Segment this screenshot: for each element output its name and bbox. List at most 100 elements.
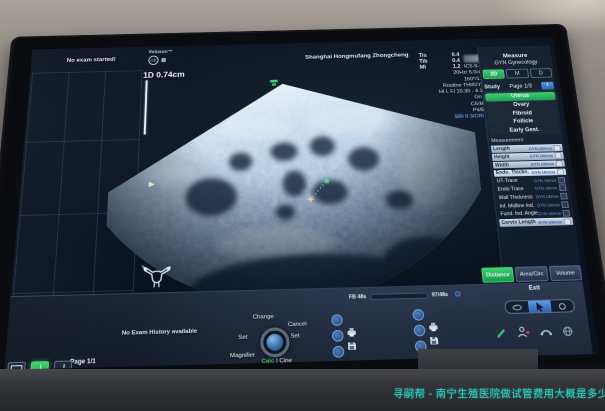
trackball-change-label[interactable]: Change (253, 314, 274, 321)
brand-block: Voluson™ GE (148, 49, 173, 65)
measurement-checkbox[interactable] (563, 218, 571, 225)
measurement-checkbox[interactable] (558, 177, 566, 184)
measurement-checkbox[interactable] (562, 210, 570, 217)
network-globe-icon[interactable] (562, 325, 574, 336)
p1-button[interactable] (331, 314, 343, 326)
measurement-tag: GYN Uterus (538, 211, 562, 216)
cine-progress[interactable] (370, 292, 428, 300)
measurement-row[interactable]: Cervix LengthGYN Uterus (499, 218, 573, 227)
measurement-label: Width (495, 162, 510, 168)
measurement-label: Cervix Length (501, 219, 536, 226)
p4-button[interactable] (412, 309, 424, 321)
distance-readout: 1D 0.74cm (143, 70, 185, 79)
ultrasound-screen: No exam started! Voluson™ GE Shanghai Ho… (4, 37, 599, 370)
trackball-set-right-label[interactable]: Set (290, 333, 299, 340)
measurement-tag: GYN Uterus (529, 154, 553, 159)
measure-panel-category: GYN Gynecology (480, 60, 553, 67)
measurement-row[interactable]: Height GYN Uterus (492, 152, 564, 161)
measurement-rows: Length GYN Uterus Height GYN Uterus Width GYN… (491, 144, 573, 227)
measure-panel: Measure GYN Gynecology 2DMD Study Page 1… (477, 46, 582, 276)
logo-chip-icon (161, 58, 166, 62)
p3-button[interactable] (332, 346, 344, 358)
annotate-pencil-icon[interactable] (496, 327, 508, 338)
trackball-magnifier-label[interactable]: Magnifier (230, 352, 255, 359)
exit-button[interactable]: Exit (514, 285, 555, 292)
measurement-checkbox[interactable] (559, 185, 567, 192)
cursor-tool-icon[interactable] (528, 301, 552, 313)
measurement-label: Endo. Thickn. (496, 170, 530, 176)
ge-logo-icon: GE (148, 56, 159, 65)
monitor-photo: No exam started! Voluson™ GE Shanghai Ho… (0, 0, 605, 411)
p2-button[interactable] (332, 330, 344, 342)
measurement-checkbox[interactable] (560, 193, 568, 200)
trackball-icon[interactable] (260, 327, 290, 357)
measurement-label: Inf. Midline Ind. (499, 203, 534, 210)
ellipse-tool-icon[interactable] (505, 301, 529, 313)
circle-tool-icon[interactable] (550, 300, 574, 312)
area-circ-button[interactable]: Area/Circ (515, 266, 549, 282)
measurement-label: Wall Thickness (498, 194, 533, 201)
calc-buttons: DistanceArea/CircVolume (481, 265, 582, 283)
measurement-tag: GYN Uterus (536, 194, 559, 199)
measurement-tag: GYN Uterus (534, 186, 557, 191)
trackball-cancel-label[interactable]: Cancel (288, 321, 307, 328)
cine-counter: 97/48s (432, 292, 449, 299)
page-indicator: Page 1/1 (70, 359, 96, 366)
study-item-uterus[interactable]: Uterus (485, 92, 555, 101)
measurement-row[interactable]: Wall ThicknessGYN Uterus (496, 193, 569, 202)
study-label: Study (484, 84, 500, 90)
ultrasound-monitor: No exam started! Voluson™ GE Shanghai Ho… (0, 24, 605, 393)
add-patient-icon[interactable] (516, 326, 530, 338)
trackball-calc-cine-label[interactable]: Calc | Cine (262, 358, 293, 365)
measurement-row[interactable]: Width GYN Uterus (493, 160, 565, 169)
trackball-hub: Change Cancel Set Set Magnifier Calc | C… (230, 313, 327, 368)
measurement-tag: GYN Uterus (533, 178, 556, 183)
gear-icon[interactable]: ⚙ (454, 291, 462, 299)
tab-m[interactable]: M (506, 69, 529, 79)
p5-button[interactable] (413, 325, 425, 337)
measurement-tag: GYN Uterus (537, 202, 560, 207)
distance-button[interactable]: Distance (481, 267, 514, 283)
measurement-tag: GYN Uterus (530, 162, 554, 167)
measurement-label: Height (494, 154, 510, 160)
hospital-name: Shanghai Hongmufang Zhongcheng (305, 52, 435, 61)
measure-panel-title: Measure (479, 52, 552, 60)
measurement-checkbox[interactable] (557, 168, 565, 175)
pointer-tool-toggle (504, 299, 575, 314)
study-page: Page 1/3 (500, 83, 542, 89)
study-next-button[interactable]: › (541, 82, 554, 90)
measurement-checkbox[interactable] (554, 152, 562, 159)
measurement-checkbox[interactable] (553, 144, 561, 150)
mode-tabs: 2DMD (482, 68, 552, 79)
video-caption: 寻嗣帮 - 南宁生殖医院做试管费用大概是多少_南宁生 (393, 386, 605, 401)
measurement-label: Endo Trace (497, 186, 524, 192)
measurement-tag: GYN Uterus (531, 170, 555, 175)
measurement-label: UT-Trace (497, 178, 519, 184)
printer-icon[interactable] (346, 327, 357, 337)
save-icon[interactable] (429, 336, 439, 346)
study-item-early-gest-[interactable]: Early Gest. (489, 126, 561, 135)
utility-icons (496, 325, 574, 339)
trackball-set-left-label[interactable]: Set (238, 335, 247, 342)
phone-icon[interactable] (539, 327, 552, 336)
study-list: UterusOvaryFibroidFollicleEarly Gest. (485, 92, 560, 135)
study-item-follicle[interactable]: Follicle (488, 117, 559, 126)
save-icon[interactable] (347, 341, 357, 351)
measurement-tag: GYN Uterus (528, 146, 552, 151)
measurement-checkbox[interactable] (561, 201, 569, 208)
exam-status-text: No exam started! (66, 57, 115, 64)
printer-icon[interactable] (428, 322, 439, 332)
tab-d[interactable]: D (529, 68, 552, 78)
study-row: Study Page 1/3 › (484, 82, 554, 91)
uterus-body-marker-icon (141, 264, 172, 291)
tab-2d[interactable]: 2D (482, 69, 505, 79)
volume-button[interactable]: Volume (549, 265, 583, 281)
cine-buffer-label: FB 48s (349, 294, 367, 301)
measurement-tag: GYN Uterus (538, 219, 563, 224)
measurement-label: Length (493, 146, 510, 152)
measurement-row[interactable]: Inf. Midline Ind.GYN Uterus (497, 201, 571, 210)
measurement-label: Fund. Ind. Angle (500, 211, 538, 218)
measurement-checkbox[interactable] (556, 160, 564, 167)
voluson-logo-text: Voluson™ (149, 49, 173, 55)
program-buttons-left (331, 314, 358, 362)
